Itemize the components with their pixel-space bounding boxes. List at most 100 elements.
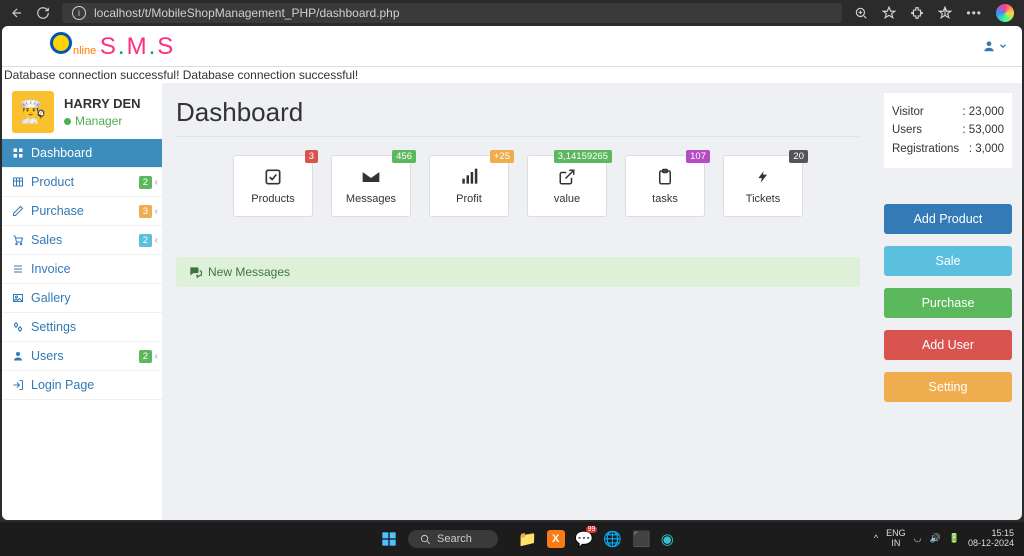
- language-indicator[interactable]: ENGIN: [886, 529, 906, 549]
- user-menu[interactable]: [982, 39, 1008, 53]
- user-icon: [982, 39, 996, 53]
- avatar: 👨‍🍳: [12, 91, 54, 133]
- image-icon: [12, 292, 24, 304]
- explorer-icon[interactable]: 📁: [518, 530, 537, 548]
- address-bar[interactable]: i localhost/t/MobileShopManagement_PHP/d…: [62, 3, 842, 23]
- status-dot-icon: [64, 118, 71, 125]
- nav-settings[interactable]: Settings: [2, 313, 162, 342]
- comments-icon: [188, 265, 202, 279]
- app-logo: nline S.M.S: [50, 32, 175, 61]
- extensions-icon[interactable]: [910, 6, 924, 20]
- stat-products[interactable]: 3 Products: [233, 155, 313, 217]
- sale-button[interactable]: Sale: [884, 246, 1012, 276]
- app-window: nline S.M.S Database connection successf…: [2, 26, 1022, 520]
- grid-icon: [12, 176, 24, 188]
- stat-tasks[interactable]: 107 tasks: [625, 155, 705, 217]
- nav-dashboard[interactable]: Dashboard: [2, 139, 162, 168]
- stat-cards: 3 Products 456 Messages +25 Profit 3,141…: [176, 155, 860, 217]
- more-icon[interactable]: •••: [966, 6, 982, 20]
- user-icon: [12, 350, 24, 362]
- nav-users[interactable]: Users 2‹: [2, 342, 162, 371]
- add-user-button[interactable]: Add User: [884, 330, 1012, 360]
- taskbar-right: ^ ENGIN ◡ 🔊 🔋 15:1508-12-2024: [874, 529, 1014, 549]
- nav-menu: Dashboard Product 2‹ Purchase 3‹ Sales 2…: [2, 139, 162, 400]
- add-product-button[interactable]: Add Product: [884, 204, 1012, 234]
- external-link-icon: [558, 167, 576, 187]
- envelope-icon: [361, 167, 381, 187]
- login-icon: [12, 379, 24, 391]
- page-title: Dashboard: [176, 93, 860, 137]
- volume-icon[interactable]: 🔊: [930, 534, 941, 544]
- chevron-left-icon: ‹: [155, 206, 158, 217]
- chevron-left-icon: ‹: [155, 177, 158, 188]
- setting-button[interactable]: Setting: [884, 372, 1012, 402]
- chevron-left-icon: ‹: [155, 235, 158, 246]
- whatsapp-icon[interactable]: 💬99: [575, 530, 594, 548]
- status-message: Database connection successful! Database…: [2, 66, 1022, 83]
- zoom-icon[interactable]: [854, 6, 868, 20]
- badge: 3,14159265: [554, 150, 612, 163]
- action-buttons: Add Product Sale Purchase Add User Setti…: [884, 204, 1012, 402]
- browser-actions: •••: [854, 4, 1014, 22]
- bars-icon: [459, 167, 479, 187]
- nav-gallery[interactable]: Gallery: [2, 284, 162, 313]
- badge: 20: [789, 150, 808, 163]
- taskbar-search[interactable]: Search: [408, 530, 498, 548]
- taskbar-clock[interactable]: 15:1508-12-2024: [968, 529, 1014, 549]
- badge: 107: [686, 150, 710, 163]
- nav-product[interactable]: Product 2‹: [2, 168, 162, 197]
- back-button[interactable]: [10, 6, 24, 20]
- clipboard-icon: [656, 167, 674, 187]
- site-info-icon[interactable]: i: [72, 6, 86, 20]
- stat-profit[interactable]: +25 Profit: [429, 155, 509, 217]
- right-column: Visitor: 23,000 Users: 53,000 Registrati…: [874, 83, 1022, 520]
- chevron-down-icon: [998, 41, 1008, 51]
- summary-box: Visitor: 23,000 Users: 53,000 Registrati…: [884, 93, 1012, 168]
- nav-invoice[interactable]: Invoice: [2, 255, 162, 284]
- refresh-button[interactable]: [36, 6, 50, 20]
- vscode-icon[interactable]: ⬛: [632, 530, 651, 548]
- battery-icon[interactable]: 🔋: [949, 534, 960, 544]
- pencil-icon: [12, 205, 24, 217]
- messages-panel[interactable]: New Messages: [176, 257, 860, 287]
- gear-icon: [12, 321, 24, 333]
- badge: 2: [139, 176, 152, 189]
- edge-icon[interactable]: ◉: [661, 530, 674, 548]
- nav-purchase[interactable]: Purchase 3‹: [2, 197, 162, 226]
- app-header: nline S.M.S: [2, 26, 1022, 66]
- taskbar-apps: 📁 X 💬99 🌐 ⬛ ◉: [518, 530, 674, 548]
- browser-toolbar: i localhost/t/MobileShopManagement_PHP/d…: [0, 0, 1024, 26]
- bolt-icon: [756, 167, 770, 187]
- stat-tickets[interactable]: 20 Tickets: [723, 155, 803, 217]
- check-icon: [263, 167, 283, 187]
- tray-chevron-icon[interactable]: ^: [874, 534, 878, 544]
- badge: 2: [139, 350, 152, 363]
- profile-role: Manager: [64, 113, 141, 130]
- windows-taskbar: Search 📁 X 💬99 🌐 ⬛ ◉ ^ ENGIN ◡ 🔊 🔋 15:15…: [0, 522, 1024, 556]
- chrome-icon[interactable]: 🌐: [603, 530, 622, 548]
- profile-name: HARRY DEN: [64, 95, 141, 113]
- dashboard-icon: [12, 147, 24, 159]
- search-icon: [420, 534, 431, 545]
- nav-sales[interactable]: Sales 2‹: [2, 226, 162, 255]
- messages-title: New Messages: [208, 265, 290, 279]
- wifi-icon[interactable]: ◡: [914, 534, 922, 544]
- purchase-button[interactable]: Purchase: [884, 288, 1012, 318]
- favorite-icon[interactable]: [882, 6, 896, 20]
- chevron-left-icon: ‹: [155, 351, 158, 362]
- badge: 3: [305, 150, 318, 163]
- copilot-icon[interactable]: [996, 4, 1014, 22]
- stat-messages[interactable]: 456 Messages: [331, 155, 411, 217]
- stat-value[interactable]: 3,14159265 value: [527, 155, 607, 217]
- start-button[interactable]: [380, 530, 398, 548]
- xampp-icon[interactable]: X: [547, 530, 565, 548]
- badge: 456: [392, 150, 416, 163]
- nav-login[interactable]: Login Page: [2, 371, 162, 400]
- url-text: localhost/t/MobileShopManagement_PHP/das…: [94, 6, 400, 20]
- badge: 2: [139, 234, 152, 247]
- list-icon: [12, 263, 24, 275]
- favorites-star-icon[interactable]: [938, 6, 952, 20]
- main-content: Dashboard 3 Products 456 Messages +25 Pr…: [162, 83, 874, 520]
- cart-icon: [12, 234, 24, 246]
- badge: 3: [139, 205, 152, 218]
